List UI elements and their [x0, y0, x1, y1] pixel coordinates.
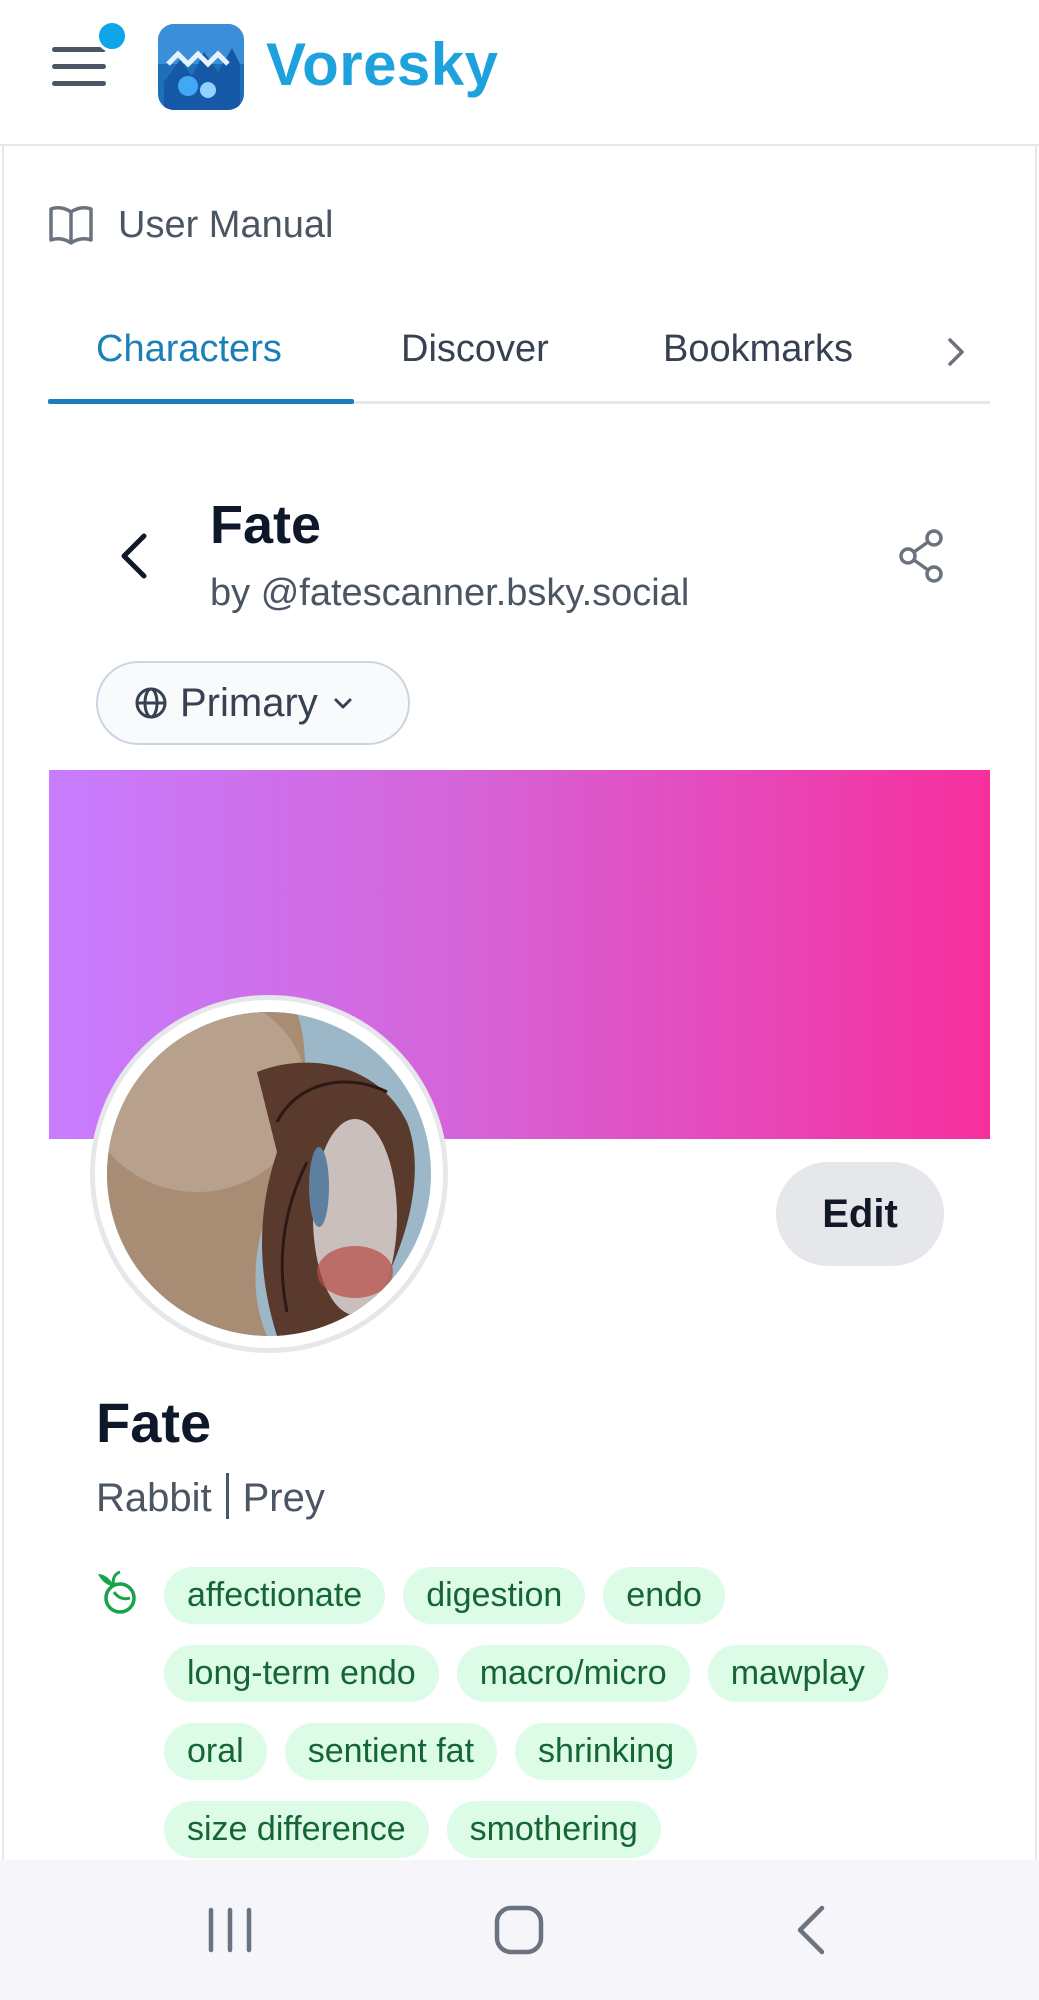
- tag-chip[interactable]: smothering: [446, 1801, 661, 1858]
- open-book-icon: [49, 206, 93, 245]
- tag-chip[interactable]: endo: [603, 1567, 725, 1624]
- active-tab-indicator: [48, 399, 354, 404]
- character-species: Rabbit: [96, 1476, 212, 1520]
- notification-dot: [96, 20, 128, 52]
- system-navigation-bar: [0, 1860, 1039, 2000]
- tab-bar: Characters Discover Bookmarks: [48, 300, 990, 404]
- tag-chip[interactable]: oral: [164, 1723, 267, 1780]
- character-avatar[interactable]: [90, 995, 448, 1353]
- back-chevron-icon[interactable]: [112, 526, 156, 586]
- version-selector-label: Primary: [180, 680, 318, 725]
- tab-bookmarks[interactable]: Bookmarks: [663, 328, 853, 371]
- home-icon[interactable]: [484, 1900, 554, 1960]
- recent-apps-icon[interactable]: [195, 1900, 265, 1960]
- tag-chip[interactable]: macro/micro: [456, 1645, 690, 1702]
- tag-chip[interactable]: shrinking: [515, 1723, 698, 1780]
- tag-chip[interactable]: digestion: [403, 1567, 586, 1624]
- tag-chip[interactable]: size difference: [164, 1801, 429, 1858]
- top-bar: Voresky: [0, 0, 1039, 146]
- character-page-title: Fate: [210, 495, 322, 555]
- edit-button[interactable]: Edit: [776, 1162, 944, 1266]
- tag-chip[interactable]: sentient fat: [284, 1723, 498, 1780]
- tab-characters[interactable]: Characters: [96, 328, 282, 371]
- system-back-icon[interactable]: [776, 1900, 846, 1960]
- app-logo[interactable]: [158, 24, 244, 110]
- tag-chip[interactable]: long-term endo: [164, 1645, 439, 1702]
- character-role: Prey: [242, 1476, 325, 1520]
- tag-chip[interactable]: affectionate: [164, 1567, 386, 1624]
- tab-discover[interactable]: Discover: [401, 328, 549, 371]
- user-manual-link[interactable]: User Manual: [48, 200, 333, 250]
- tag-list: affectionate digestion endo long-term en…: [164, 1567, 944, 1858]
- user-manual-label: User Manual: [118, 203, 334, 246]
- character-name: Fate: [96, 1391, 212, 1454]
- character-owner[interactable]: by @fatescanner.bsky.social: [210, 572, 689, 615]
- chevron-right-icon[interactable]: [938, 332, 974, 372]
- globe-icon: [135, 687, 167, 719]
- leaf-swirl-icon: [98, 1570, 136, 1614]
- app-brand-name[interactable]: Voresky: [266, 30, 499, 99]
- character-species-role: Rabbit Prey: [96, 1473, 325, 1523]
- divider: [225, 1473, 229, 1520]
- chevron-down-icon: [334, 698, 352, 709]
- tag-chip[interactable]: mawplay: [707, 1645, 888, 1702]
- share-icon[interactable]: [896, 528, 948, 584]
- hamburger-menu-icon[interactable]: [52, 44, 108, 92]
- version-selector[interactable]: Primary: [96, 661, 410, 745]
